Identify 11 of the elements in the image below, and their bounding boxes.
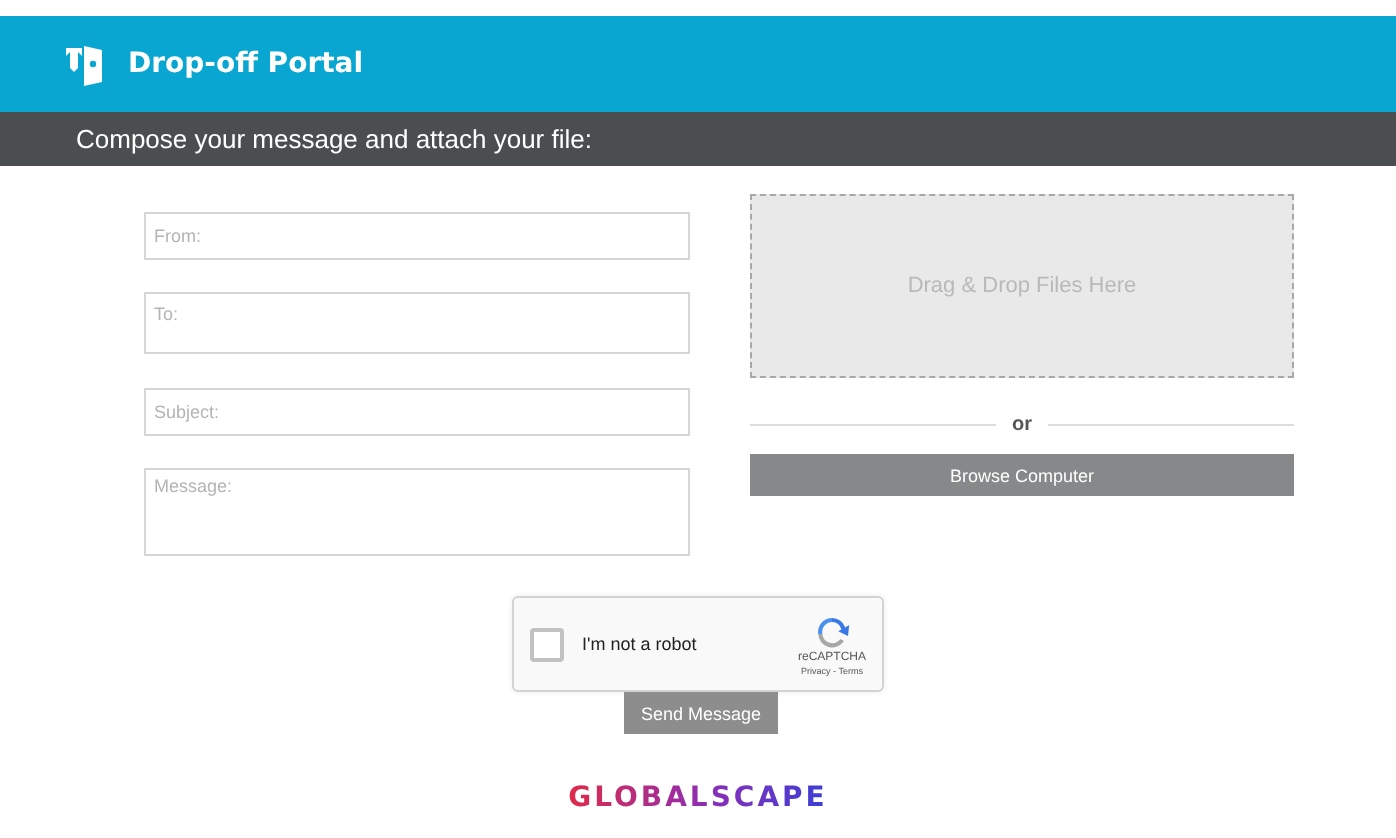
portal-title: Drop-off Portal [128,48,364,80]
browse-computer-button[interactable]: Browse Computer [750,454,1294,496]
instructions-text: Compose your message and attach your file: [76,124,592,154]
send-message-button[interactable]: Send Message [624,692,778,734]
from-field[interactable]: From: [144,212,690,260]
captcha-checkbox[interactable] [530,627,564,661]
message-field[interactable]: Message: [144,468,690,556]
to-field[interactable]: To: [144,292,690,354]
or-separator: or [1012,414,1032,436]
subject-field[interactable]: Subject: [144,388,690,436]
captcha-label: I'm not a robot [582,634,699,654]
